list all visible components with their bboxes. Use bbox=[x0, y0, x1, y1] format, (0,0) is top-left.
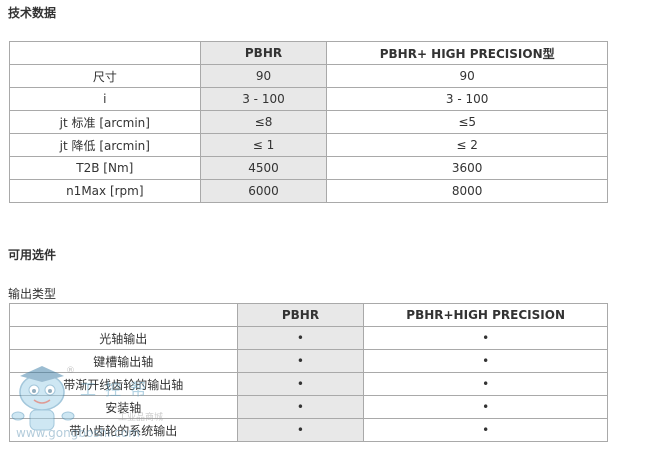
pbhr-value: 6000 bbox=[199, 179, 328, 203]
pbhr-plus-value: 3600 bbox=[326, 156, 608, 180]
tech-header-empty bbox=[9, 41, 201, 65]
row-label: 安装轴 bbox=[9, 395, 238, 419]
pbhr-bullet: • bbox=[236, 349, 365, 373]
pbhr-plus-bullet: • bbox=[363, 326, 608, 350]
pbhr-bullet: • bbox=[236, 372, 365, 396]
pbhr-plus-bullet: • bbox=[363, 372, 608, 396]
row-label: T2B [Nm] bbox=[9, 156, 201, 180]
pbhr-value: 3 - 100 bbox=[199, 87, 328, 111]
pbhr-bullet: • bbox=[236, 418, 365, 442]
tech-header-row: PBHR PBHR+ HIGH PRECISION型 bbox=[9, 41, 608, 65]
table-row: 带小齿轮的系统输出 • • bbox=[9, 418, 608, 442]
row-label: 光轴输出 bbox=[9, 326, 238, 350]
pbhr-plus-value: 8000 bbox=[326, 179, 608, 203]
options-header-row: PBHR PBHR+HIGH PRECISION bbox=[9, 303, 608, 327]
row-label: n1Max [rpm] bbox=[9, 179, 201, 203]
pbhr-plus-bullet: • bbox=[363, 395, 608, 419]
pbhr-value: ≤ 1 bbox=[199, 133, 328, 157]
output-type-subtitle: 输出类型 bbox=[8, 287, 57, 301]
row-label: i bbox=[9, 87, 201, 111]
options-header-empty bbox=[9, 303, 238, 327]
pbhr-bullet: • bbox=[236, 395, 365, 419]
table-row: 带渐开线齿轮的输出轴 • • bbox=[9, 372, 608, 396]
options-title: 可用选件 bbox=[8, 248, 57, 262]
tech-header-pbhr-plus: PBHR+ HIGH PRECISION型 bbox=[326, 41, 608, 65]
pbhr-plus-value: ≤ 2 bbox=[326, 133, 608, 157]
pbhr-value: 90 bbox=[199, 64, 328, 88]
table-row: jt 降低 [arcmin] ≤ 1 ≤ 2 bbox=[9, 133, 608, 157]
row-label: jt 降低 [arcmin] bbox=[9, 133, 201, 157]
pbhr-bullet: • bbox=[236, 326, 365, 350]
table-row: 尺寸 90 90 bbox=[9, 64, 608, 88]
table-row: i 3 - 100 3 - 100 bbox=[9, 87, 608, 111]
tech-data-table: PBHR PBHR+ HIGH PRECISION型 尺寸 90 90 i 3 … bbox=[9, 41, 608, 203]
options-header-pbhr-plus: PBHR+HIGH PRECISION bbox=[363, 303, 608, 327]
pbhr-plus-value: ≤5 bbox=[326, 110, 608, 134]
pbhr-plus-value: 3 - 100 bbox=[326, 87, 608, 111]
row-label: 键槽输出轴 bbox=[9, 349, 238, 373]
table-row: jt 标准 [arcmin] ≤8 ≤5 bbox=[9, 110, 608, 134]
table-row: 键槽输出轴 • • bbox=[9, 349, 608, 373]
row-label: 带渐开线齿轮的输出轴 bbox=[9, 372, 238, 396]
table-row: 安装轴 • • bbox=[9, 395, 608, 419]
table-row: T2B [Nm] 4500 3600 bbox=[9, 156, 608, 180]
tech-data-title: 技术数据 bbox=[8, 6, 57, 20]
row-label: 带小齿轮的系统输出 bbox=[9, 418, 238, 442]
pbhr-value: 4500 bbox=[199, 156, 328, 180]
pbhr-value: ≤8 bbox=[199, 110, 328, 134]
pbhr-plus-value: 90 bbox=[326, 64, 608, 88]
pbhr-plus-bullet: • bbox=[363, 349, 608, 373]
table-row: n1Max [rpm] 6000 8000 bbox=[9, 179, 608, 203]
tech-header-pbhr: PBHR bbox=[199, 41, 328, 65]
output-type-table: PBHR PBHR+HIGH PRECISION 光轴输出 • • 键槽输出轴 … bbox=[9, 303, 608, 442]
pbhr-plus-bullet: • bbox=[363, 418, 608, 442]
row-label: 尺寸 bbox=[9, 64, 201, 88]
row-label: jt 标准 [arcmin] bbox=[9, 110, 201, 134]
options-header-pbhr: PBHR bbox=[236, 303, 365, 327]
table-row: 光轴输出 • • bbox=[9, 326, 608, 350]
